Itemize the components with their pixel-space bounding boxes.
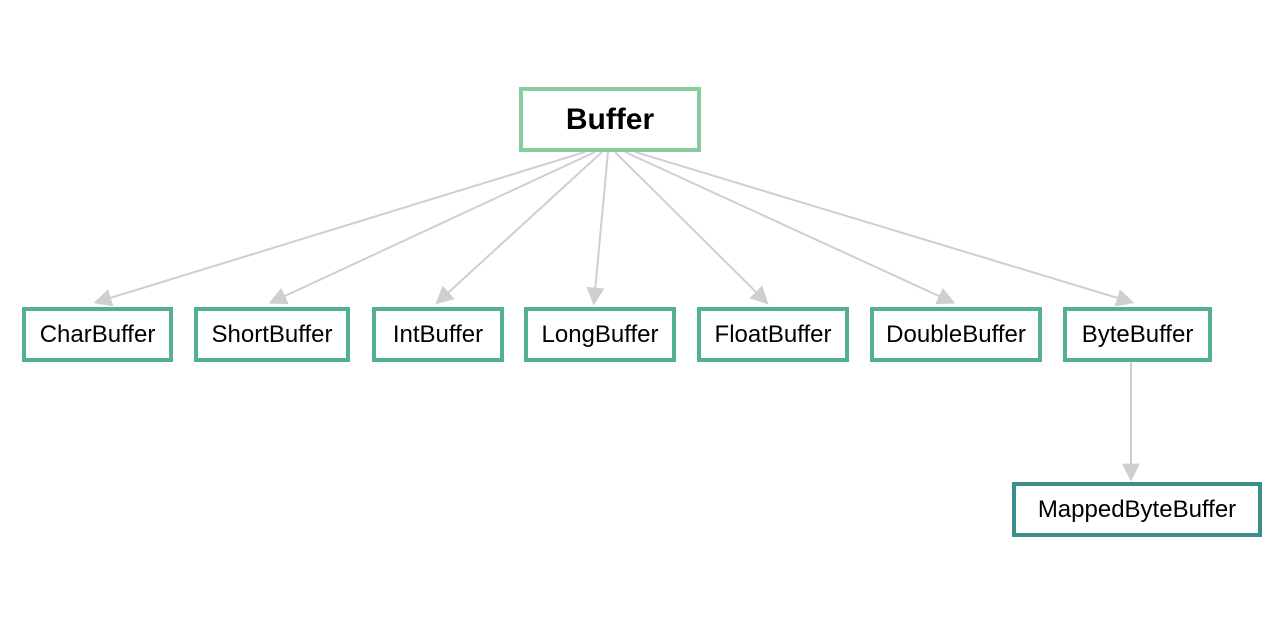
node-bytebuffer-label: ByteBuffer [1082,321,1194,349]
node-shortbuffer: ShortBuffer [194,307,350,362]
node-bytebuffer: ByteBuffer [1063,307,1212,362]
node-floatbuffer-label: FloatBuffer [715,321,832,349]
node-floatbuffer: FloatBuffer [697,307,849,362]
node-intbuffer-label: IntBuffer [393,321,483,349]
node-mappedbytebuffer-label: MappedByteBuffer [1038,496,1236,524]
node-longbuffer-label: LongBuffer [542,321,659,349]
node-mappedbytebuffer: MappedByteBuffer [1012,482,1262,537]
node-charbuffer: CharBuffer [22,307,173,362]
node-shortbuffer-label: ShortBuffer [212,321,333,349]
node-doublebuffer: DoubleBuffer [870,307,1042,362]
node-intbuffer: IntBuffer [372,307,504,362]
node-longbuffer: LongBuffer [524,307,676,362]
node-buffer-label: Buffer [566,103,654,137]
node-doublebuffer-label: DoubleBuffer [886,321,1026,349]
node-buffer: Buffer [519,87,701,152]
node-charbuffer-label: CharBuffer [40,321,156,349]
